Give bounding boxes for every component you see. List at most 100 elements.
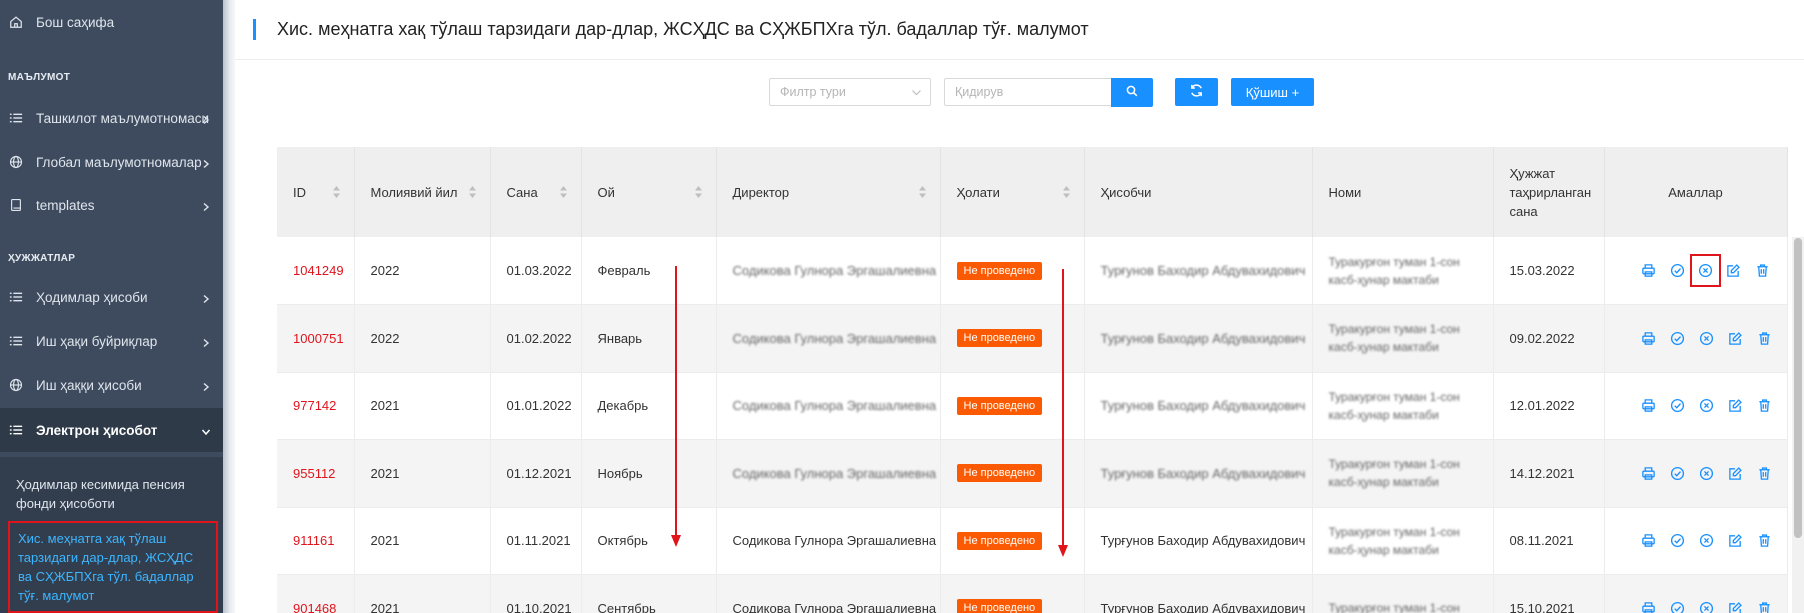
cancel-button[interactable] — [1699, 464, 1714, 483]
delete-button[interactable] — [1757, 329, 1772, 348]
list-icon — [9, 111, 23, 125]
submenu-item-pension-report[interactable]: Ҳодимлар кесимида пенсия фонди ҳисоботи — [16, 475, 221, 513]
table-row[interactable]: 1041249 2022 01.03.2022 Февраль Содикова… — [277, 237, 1788, 305]
cell-month: Январь — [581, 304, 717, 373]
cell-edited: 15.10.2021 — [1493, 574, 1605, 613]
approve-button[interactable] — [1670, 329, 1685, 348]
table-row[interactable]: 1000751 2022 01.02.2022 Январь Содикова … — [277, 304, 1788, 373]
cell-id[interactable]: 955112 — [277, 439, 355, 508]
print-button[interactable] — [1641, 396, 1656, 415]
sidebar-item-label: Иш ҳаққи ҳисоби — [36, 377, 142, 393]
cell-accountant: Турғунов Баходир Абдувахидович — [1084, 237, 1313, 305]
reports-table-container: ID Молиявий йил Сана Ой Директор Ҳолати … — [277, 147, 1804, 613]
sidebar-item-org-ref[interactable]: Ташкилот маълумотномаси — [0, 96, 223, 140]
cell-year: 2022 — [354, 304, 491, 373]
sidebar-item-global-ref[interactable]: Глобал маълумотномалар — [0, 140, 223, 184]
print-button[interactable] — [1641, 599, 1656, 613]
cell-edited: 15.03.2022 — [1493, 237, 1605, 305]
column-header-name[interactable]: Номи — [1312, 147, 1494, 237]
sidebar-item-e-report[interactable]: Электрон ҳисобот — [0, 408, 223, 452]
filter-type-select[interactable]: Филтр тури — [769, 78, 931, 106]
sidebar-item-home[interactable]: Бош саҳифа — [0, 0, 223, 44]
printer-icon — [1641, 534, 1655, 548]
printer-icon — [1641, 399, 1655, 413]
cell-actions — [1604, 372, 1788, 440]
column-header-status[interactable]: Ҳолати — [940, 147, 1085, 237]
cancel-button[interactable] — [1699, 599, 1714, 613]
column-header-month[interactable]: Ой — [581, 147, 717, 237]
table-row[interactable]: 911161 2021 01.11.2021 Октябрь Содикова … — [277, 507, 1788, 575]
close-circle-icon — [1698, 263, 1713, 278]
check-circle-icon — [1670, 263, 1685, 278]
status-badge: Не проведено — [956, 261, 1043, 280]
table-row[interactable]: 901468 2021 01.10.2021 Сентябрь Содикова… — [277, 574, 1788, 613]
print-button[interactable] — [1641, 329, 1656, 348]
print-button[interactable] — [1641, 531, 1656, 550]
sidebar-item-templates[interactable]: templates — [0, 183, 223, 227]
cell-id[interactable]: 1000751 — [277, 304, 355, 373]
cell-month: Декабрь — [581, 372, 717, 440]
sidebar-section-info: МАЪЛУМОТ — [8, 72, 71, 83]
delete-button[interactable] — [1757, 396, 1772, 415]
cancel-button[interactable] — [1699, 531, 1714, 550]
delete-button[interactable] — [1755, 261, 1770, 280]
trash-icon — [1757, 264, 1768, 277]
delete-button[interactable] — [1757, 531, 1772, 550]
column-header-accountant[interactable]: Ҳисобчи — [1084, 147, 1313, 237]
cell-name: Туракурғон туман 1-сон касб-ҳунар мактаби — [1312, 507, 1494, 575]
add-button[interactable]: Қўшиш + — [1231, 78, 1314, 106]
edit-button[interactable] — [1728, 464, 1743, 483]
print-button[interactable] — [1641, 464, 1656, 483]
sort-icon — [1062, 186, 1070, 198]
row-actions — [1621, 396, 1771, 415]
column-header-year[interactable]: Молиявий йил — [354, 147, 491, 237]
table-header-row: ID Молиявий йил Сана Ой Директор Ҳолати … — [277, 147, 1788, 237]
cancel-button[interactable] — [1690, 254, 1721, 287]
filter-placeholder: Филтр тури — [780, 85, 846, 99]
row-actions — [1621, 599, 1771, 613]
cell-id[interactable]: 1041249 — [277, 237, 355, 305]
sidebar-item-label: Иш ҳақи буйриқлар — [36, 333, 158, 349]
delete-button[interactable] — [1757, 599, 1772, 613]
approve-button[interactable] — [1670, 261, 1685, 280]
check-circle-icon — [1670, 331, 1684, 345]
sidebar-item-label: templates — [36, 197, 95, 213]
edit-button[interactable] — [1726, 261, 1741, 280]
edit-button[interactable] — [1728, 396, 1743, 415]
column-header-date[interactable]: Сана — [490, 147, 582, 237]
table-row[interactable]: 955112 2021 01.12.2021 Ноябрь Содикова Г… — [277, 439, 1788, 508]
column-header-edited[interactable]: Ҳужжат таҳрирланган сана — [1493, 147, 1605, 237]
cell-director: Содикова Гулнора Эргашалиевна — [716, 439, 941, 508]
column-header-id[interactable]: ID — [277, 147, 355, 237]
row-actions — [1621, 531, 1771, 550]
sidebar-item-payroll-calc[interactable]: Иш ҳаққи ҳисоби — [0, 363, 223, 407]
edit-button[interactable] — [1728, 531, 1743, 550]
cell-date: 01.12.2021 — [490, 439, 582, 508]
submenu-item-current-report[interactable]: Хис. меҳнатга хақ тўлаш тарзидаги дар-дл… — [8, 521, 218, 613]
cell-id[interactable]: 977142 — [277, 372, 355, 440]
chevron-right-icon — [201, 157, 211, 169]
cancel-button[interactable] — [1699, 329, 1714, 348]
search-input[interactable] — [944, 78, 1112, 106]
sort-icon — [332, 186, 340, 198]
approve-button[interactable] — [1670, 531, 1685, 550]
cell-id[interactable]: 911161 — [277, 507, 355, 575]
trash-icon — [1758, 534, 1770, 548]
cell-id[interactable]: 901468 — [277, 574, 355, 613]
table-row[interactable]: 977142 2021 01.01.2022 Декабрь Содикова … — [277, 372, 1788, 440]
column-header-director[interactable]: Директор — [716, 147, 941, 237]
approve-button[interactable] — [1670, 396, 1685, 415]
sidebar-item-payroll-orders[interactable]: Иш ҳақи буйриқлар — [0, 319, 223, 363]
approve-button[interactable] — [1670, 464, 1685, 483]
cancel-button[interactable] — [1699, 396, 1714, 415]
sidebar-item-staff[interactable]: Ҳодимлар ҳисоби — [0, 275, 223, 319]
cell-month: Февраль — [581, 237, 717, 305]
edit-button[interactable] — [1728, 329, 1743, 348]
edit-button[interactable] — [1728, 599, 1743, 613]
approve-button[interactable] — [1670, 599, 1685, 613]
print-button[interactable] — [1641, 261, 1656, 280]
scrollbar-thumb[interactable] — [1794, 238, 1802, 538]
delete-button[interactable] — [1757, 464, 1772, 483]
refresh-button[interactable] — [1175, 78, 1218, 106]
search-button[interactable] — [1111, 78, 1153, 107]
